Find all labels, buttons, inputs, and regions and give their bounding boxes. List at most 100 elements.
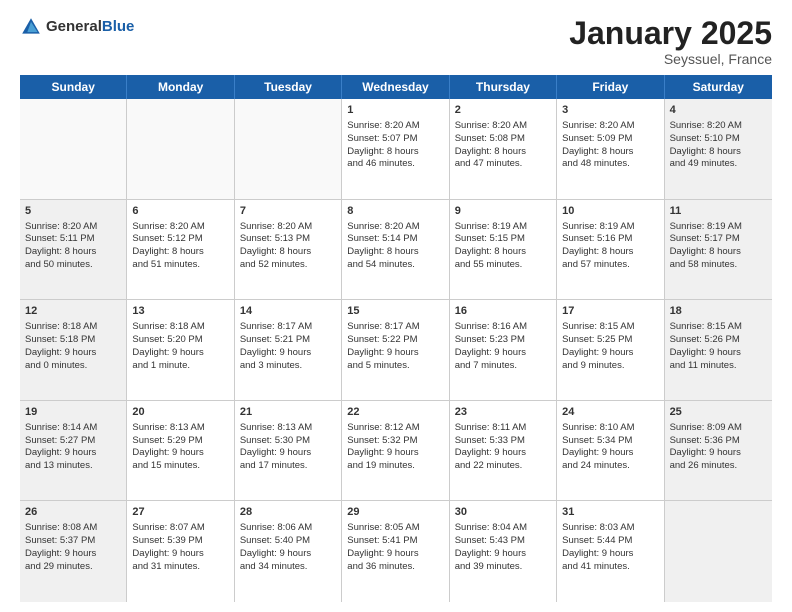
day-info: Sunrise: 8:09 AM Sunset: 5:36 PM Dayligh… <box>670 422 742 471</box>
calendar-row: 12 Sunrise: 8:18 AM Sunset: 5:18 PM Dayli… <box>20 300 772 401</box>
calendar-day-23: 23 Sunrise: 8:11 AM Sunset: 5:33 PM Dayli… <box>450 401 557 501</box>
day-info: Sunrise: 8:20 AM Sunset: 5:09 PM Dayligh… <box>562 120 634 169</box>
weekday-header-tuesday: Tuesday <box>235 75 342 99</box>
calendar-day-18: 18Sunrise: 8:15 AM Sunset: 5:26 PM Dayli… <box>665 300 772 400</box>
day-number: 4 <box>670 103 767 118</box>
calendar-day-7: 7 Sunrise: 8:20 AM Sunset: 5:13 PM Daylig… <box>235 200 342 300</box>
calendar-day-27: 27 Sunrise: 8:07 AM Sunset: 5:39 PM Dayli… <box>127 501 234 602</box>
day-info: Sunrise: 8:15 AM Sunset: 5:25 PM Dayligh… <box>562 321 634 370</box>
day-number: 29 <box>347 505 443 520</box>
calendar-day-16: 16 Sunrise: 8:16 AM Sunset: 5:23 PM Dayli… <box>450 300 557 400</box>
day-info: Sunrise: 8:16 AM Sunset: 5:23 PM Dayligh… <box>455 321 527 370</box>
day-info: Sunrise: 8:05 AM Sunset: 5:41 PM Dayligh… <box>347 522 419 571</box>
day-number: 8 <box>347 204 443 219</box>
day-info: Sunrise: 8:11 AM Sunset: 5:33 PM Dayligh… <box>455 422 527 471</box>
day-number: 12 <box>25 304 121 319</box>
calendar-row: 1Sunrise: 8:20 AM Sunset: 5:07 PM Daylig… <box>20 99 772 200</box>
day-info: Sunrise: 8:18 AM Sunset: 5:18 PM Dayligh… <box>25 321 97 370</box>
calendar-day-empty <box>235 99 342 199</box>
day-number: 10 <box>562 204 658 219</box>
weekday-header-thursday: Thursday <box>450 75 557 99</box>
day-info: Sunrise: 8:20 AM Sunset: 5:13 PM Dayligh… <box>240 221 312 270</box>
day-info: Sunrise: 8:14 AM Sunset: 5:27 PM Dayligh… <box>25 422 97 471</box>
calendar-day-28: 28 Sunrise: 8:06 AM Sunset: 5:40 PM Dayli… <box>235 501 342 602</box>
day-number: 14 <box>240 304 336 319</box>
day-number: 21 <box>240 405 336 420</box>
day-info: Sunrise: 8:03 AM Sunset: 5:44 PM Dayligh… <box>562 522 634 571</box>
logo-general: GeneralBlue <box>46 18 134 36</box>
day-info: Sunrise: 8:06 AM Sunset: 5:40 PM Dayligh… <box>240 522 312 571</box>
day-number: 30 <box>455 505 551 520</box>
day-number: 9 <box>455 204 551 219</box>
calendar-day-12: 12 Sunrise: 8:18 AM Sunset: 5:18 PM Dayli… <box>20 300 127 400</box>
calendar-day-26: 26Sunrise: 8:08 AM Sunset: 5:37 PM Dayli… <box>20 501 127 602</box>
calendar-day-3: 3 Sunrise: 8:20 AM Sunset: 5:09 PM Daylig… <box>557 99 664 199</box>
day-number: 25 <box>670 405 767 420</box>
day-number: 5 <box>25 204 121 219</box>
weekday-header-wednesday: Wednesday <box>342 75 449 99</box>
calendar-day-25: 25 Sunrise: 8:09 AM Sunset: 5:36 PM Dayli… <box>665 401 772 501</box>
header: GeneralBlue January 2025 Seyssuel, Franc… <box>20 16 772 67</box>
day-number: 13 <box>132 304 228 319</box>
day-info: Sunrise: 8:19 AM Sunset: 5:17 PM Dayligh… <box>670 221 742 270</box>
day-info: Sunrise: 8:13 AM Sunset: 5:29 PM Dayligh… <box>132 422 204 471</box>
day-number: 17 <box>562 304 658 319</box>
day-number: 18 <box>670 304 767 319</box>
page: GeneralBlue January 2025 Seyssuel, Franc… <box>0 0 792 612</box>
title-block: January 2025 Seyssuel, France <box>569 16 772 67</box>
calendar-day-24: 24Sunrise: 8:10 AM Sunset: 5:34 PM Dayli… <box>557 401 664 501</box>
calendar-day-21: 21 Sunrise: 8:13 AM Sunset: 5:30 PM Dayli… <box>235 401 342 501</box>
calendar-day-empty <box>20 99 127 199</box>
day-info: Sunrise: 8:13 AM Sunset: 5:30 PM Dayligh… <box>240 422 312 471</box>
calendar-day-1: 1Sunrise: 8:20 AM Sunset: 5:07 PM Daylig… <box>342 99 449 199</box>
day-info: Sunrise: 8:19 AM Sunset: 5:16 PM Dayligh… <box>562 221 634 270</box>
calendar-day-13: 13 Sunrise: 8:18 AM Sunset: 5:20 PM Dayli… <box>127 300 234 400</box>
location: Seyssuel, France <box>569 51 772 67</box>
day-number: 26 <box>25 505 121 520</box>
weekday-header-friday: Friday <box>557 75 664 99</box>
day-number: 7 <box>240 204 336 219</box>
calendar: SundayMondayTuesdayWednesdayThursdayFrid… <box>20 75 772 602</box>
calendar-day-6: 6Sunrise: 8:20 AM Sunset: 5:12 PM Daylig… <box>127 200 234 300</box>
calendar-day-11: 11 Sunrise: 8:19 AM Sunset: 5:17 PM Dayli… <box>665 200 772 300</box>
month-title: January 2025 <box>569 16 772 51</box>
day-number: 11 <box>670 204 767 219</box>
calendar-day-29: 29 Sunrise: 8:05 AM Sunset: 5:41 PM Dayli… <box>342 501 449 602</box>
day-number: 27 <box>132 505 228 520</box>
day-number: 28 <box>240 505 336 520</box>
day-info: Sunrise: 8:17 AM Sunset: 5:22 PM Dayligh… <box>347 321 419 370</box>
day-number: 23 <box>455 405 551 420</box>
day-info: Sunrise: 8:20 AM Sunset: 5:10 PM Dayligh… <box>670 120 742 169</box>
weekday-header-sunday: Sunday <box>20 75 127 99</box>
day-number: 3 <box>562 103 658 118</box>
calendar-day-4: 4 Sunrise: 8:20 AM Sunset: 5:10 PM Daylig… <box>665 99 772 199</box>
logo: GeneralBlue <box>20 16 134 38</box>
weekday-header-saturday: Saturday <box>665 75 772 99</box>
day-number: 2 <box>455 103 551 118</box>
day-info: Sunrise: 8:18 AM Sunset: 5:20 PM Dayligh… <box>132 321 204 370</box>
calendar-day-8: 8 Sunrise: 8:20 AM Sunset: 5:14 PM Daylig… <box>342 200 449 300</box>
day-number: 15 <box>347 304 443 319</box>
calendar-day-9: 9 Sunrise: 8:19 AM Sunset: 5:15 PM Daylig… <box>450 200 557 300</box>
calendar-day-22: 22Sunrise: 8:12 AM Sunset: 5:32 PM Dayli… <box>342 401 449 501</box>
day-info: Sunrise: 8:20 AM Sunset: 5:14 PM Dayligh… <box>347 221 419 270</box>
day-number: 22 <box>347 405 443 420</box>
day-number: 20 <box>132 405 228 420</box>
calendar-day-5: 5 Sunrise: 8:20 AM Sunset: 5:11 PM Daylig… <box>20 200 127 300</box>
calendar-day-empty <box>665 501 772 602</box>
day-number: 1 <box>347 103 443 118</box>
calendar-body: 1Sunrise: 8:20 AM Sunset: 5:07 PM Daylig… <box>20 99 772 602</box>
weekday-header-monday: Monday <box>127 75 234 99</box>
calendar-day-2: 2Sunrise: 8:20 AM Sunset: 5:08 PM Daylig… <box>450 99 557 199</box>
day-info: Sunrise: 8:20 AM Sunset: 5:11 PM Dayligh… <box>25 221 97 270</box>
calendar-row: 26Sunrise: 8:08 AM Sunset: 5:37 PM Dayli… <box>20 501 772 602</box>
day-number: 6 <box>132 204 228 219</box>
day-info: Sunrise: 8:07 AM Sunset: 5:39 PM Dayligh… <box>132 522 204 571</box>
calendar-day-30: 30Sunrise: 8:04 AM Sunset: 5:43 PM Dayli… <box>450 501 557 602</box>
calendar-day-19: 19Sunrise: 8:14 AM Sunset: 5:27 PM Dayli… <box>20 401 127 501</box>
day-info: Sunrise: 8:17 AM Sunset: 5:21 PM Dayligh… <box>240 321 312 370</box>
day-info: Sunrise: 8:10 AM Sunset: 5:34 PM Dayligh… <box>562 422 634 471</box>
day-number: 16 <box>455 304 551 319</box>
calendar-day-10: 10 Sunrise: 8:19 AM Sunset: 5:16 PM Dayli… <box>557 200 664 300</box>
day-info: Sunrise: 8:19 AM Sunset: 5:15 PM Dayligh… <box>455 221 527 270</box>
